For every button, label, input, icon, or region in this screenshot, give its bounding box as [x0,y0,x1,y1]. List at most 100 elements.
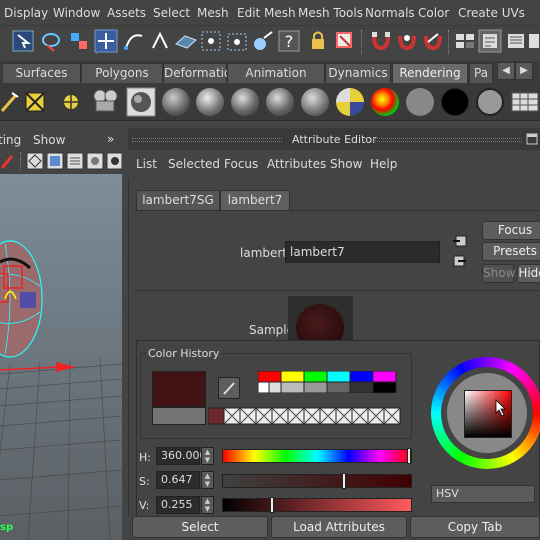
lasso-tool-icon[interactable] [38,28,64,54]
surface-shader-icon[interactable] [406,88,434,116]
shelf-next-button[interactable]: ▶ [515,62,533,80]
camera-icon[interactable] [90,86,120,116]
snap-curve-icon[interactable] [121,28,147,54]
tab-dynamics[interactable]: Dynamics [325,63,391,83]
snap-point-icon[interactable] [147,28,173,54]
h-spinner[interactable]: ▲ ▼ [201,447,214,465]
scene-render[interactable] [0,174,122,540]
menu-window[interactable]: Window [53,6,100,20]
ae-menu-selected[interactable]: Selected [168,157,220,171]
shadows-icon[interactable] [106,152,122,170]
snap-grid-icon[interactable] [93,28,119,54]
smooth-shade-icon[interactable] [46,152,64,170]
symmetry-icon[interactable] [394,28,420,54]
v-value-field[interactable]: 0.255 [156,496,200,514]
previous-color-swatch[interactable] [152,407,206,425]
menu-mesh-tools[interactable]: Mesh Tools [298,6,363,20]
eyedropper-button[interactable] [218,377,240,399]
h-slider[interactable] [222,448,412,464]
hide-button[interactable]: Hide [517,264,540,283]
focus-button[interactable]: Focus [482,221,540,240]
input-connection-icon[interactable] [452,234,468,248]
select-tool-icon[interactable] [10,28,36,54]
tab-polygons[interactable]: Polygons [81,63,163,83]
layered-shader-icon[interactable] [336,88,364,116]
viewport-canvas[interactable]: sp [0,174,122,540]
lock-icon[interactable] [305,28,331,54]
toolbar-overflow-icon[interactable] [527,28,540,54]
area-light-icon[interactable] [22,89,48,115]
phonge-shader-icon[interactable] [266,88,294,116]
viewport-menu-show[interactable]: Show [33,133,65,147]
wireframe-icon[interactable] [26,152,44,170]
output-connection-icon[interactable] [452,254,468,268]
h-value-field[interactable]: 360.000 [156,447,207,465]
tab-lambert7[interactable]: lambert7 [220,190,290,210]
ae-menu-show[interactable]: Show [330,157,362,171]
blinn-shader-icon[interactable] [196,88,224,116]
node-name-field[interactable]: lambert7 [285,241,440,263]
snap-surface-icon[interactable] [198,28,224,54]
use-background-icon[interactable] [441,88,469,116]
ipr-icon[interactable] [477,28,503,54]
h-slider-thumb[interactable] [407,448,411,464]
ramp-shader-icon[interactable] [371,88,399,116]
menu-normals[interactable]: Normals [365,6,415,20]
textured-icon[interactable] [66,152,84,170]
color-palette-row[interactable] [258,371,398,393]
ae-menu-list[interactable]: List [136,157,157,171]
hypershade-icon[interactable] [126,87,156,117]
load-attributes-button[interactable]: Load Attributes [271,516,407,538]
phong-shader-icon[interactable] [231,88,259,116]
menu-mesh[interactable]: Mesh [197,6,229,20]
tab-deformation[interactable]: Deformation [163,63,239,83]
ae-menu-focus[interactable]: Focus [224,157,258,171]
viewport-menu-lighting[interactable]: ting [0,133,21,147]
tab-lambert7sg[interactable]: lambert7SG [136,190,220,210]
s-slider[interactable] [222,473,412,489]
help-icon[interactable]: ? [276,28,302,54]
magnet-icon[interactable] [368,28,394,54]
viewport-expand-icon[interactable]: » [107,132,114,146]
menu-assets[interactable]: Assets [107,6,146,20]
point-light-icon[interactable] [58,89,84,115]
anisotropic-shader-icon[interactable] [301,88,329,116]
v-spinner[interactable]: ▲ ▼ [201,496,214,514]
input-ops-icon[interactable] [332,28,358,54]
menu-create-uvs[interactable]: Create UVs [458,6,525,20]
color-history-slots[interactable] [208,407,404,425]
ae-menu-help[interactable]: Help [370,157,397,171]
tab-rendering[interactable]: Rendering [392,63,468,83]
shelf-prev-button[interactable]: ◀ [497,62,515,80]
tab-animation[interactable]: Animation [227,63,325,83]
lambert-shader-icon[interactable] [162,88,190,116]
tab-paint[interactable]: Pa [469,63,493,83]
ae-menu-attributes[interactable]: Attributes [267,157,326,171]
snap-live-icon[interactable] [224,28,250,54]
lights-icon[interactable] [86,152,104,170]
v-slider-thumb[interactable] [270,497,274,513]
show-button[interactable]: Show [482,264,515,283]
select-button[interactable]: Select [132,516,268,538]
snap-plane-icon[interactable] [173,28,199,54]
presets-button[interactable]: Presets [482,242,540,261]
v-slider[interactable] [222,497,412,513]
float-panel-icon[interactable] [526,133,538,145]
menu-display[interactable]: Display [4,6,48,20]
menu-color[interactable]: Color [418,6,449,20]
camera-tool-icon[interactable] [0,152,16,170]
copy-tab-button[interactable]: Copy Tab [410,516,540,538]
shading-map-icon[interactable] [476,88,504,116]
magnet-snap-icon[interactable] [250,28,276,54]
s-value-field[interactable]: 0.647 [156,471,200,489]
color-mode-dropdown[interactable]: HSV [431,485,535,503]
render-view-icon[interactable] [510,87,540,117]
menu-edit-mesh[interactable]: Edit Mesh [237,6,296,20]
s-spinner[interactable]: ▲ ▼ [201,471,214,489]
history-icon[interactable] [420,28,446,54]
tab-surfaces[interactable]: Surfaces [2,63,81,83]
menu-select[interactable]: Select [153,6,190,20]
light-tool-icon[interactable] [0,89,20,115]
s-slider-thumb[interactable] [342,473,346,489]
render-settings-icon[interactable] [503,28,529,54]
